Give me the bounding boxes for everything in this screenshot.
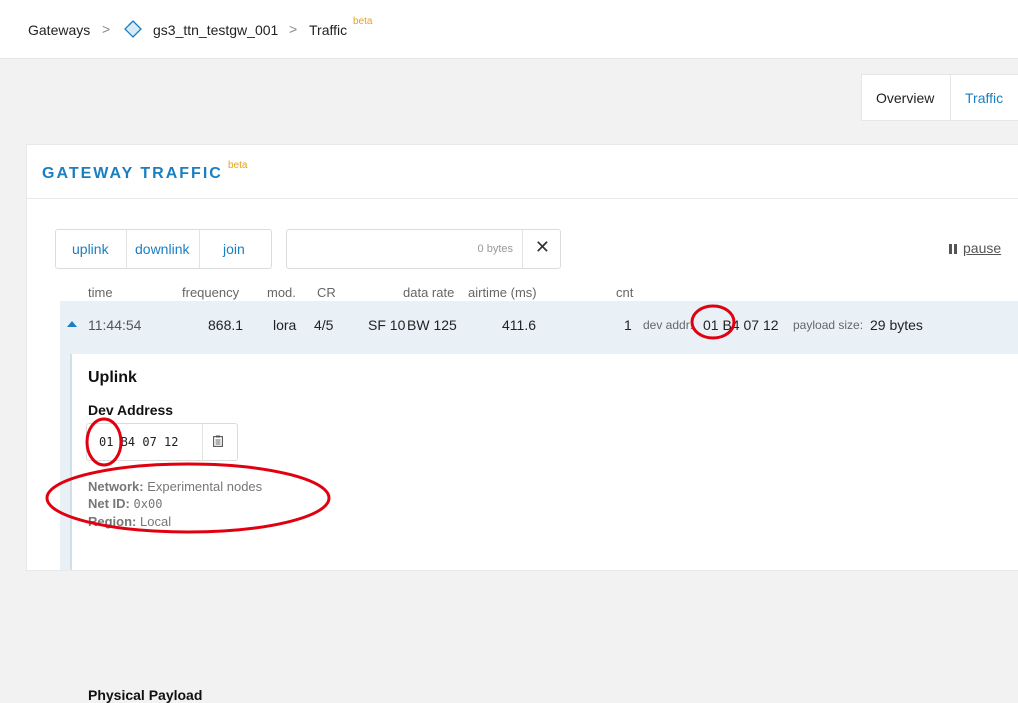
breadcrumb: Gateways > gs3_ttn_testgw_001 > Traffic …: [0, 0, 1018, 59]
column-header-mod: mod.: [267, 285, 296, 300]
column-header-cnt: cnt: [616, 285, 634, 300]
row-dev-addr: 01 B4 07 12: [703, 317, 779, 333]
network-info: Network: Experimental nodes: [88, 479, 262, 494]
region-info: Region: Local: [88, 514, 171, 529]
row-payload-size: 29 bytes: [870, 317, 923, 333]
row-payload-label: payload size:: [793, 318, 864, 332]
tab-traffic[interactable]: Traffic: [965, 90, 1003, 106]
breadcrumb-gateways[interactable]: Gateways: [28, 22, 90, 38]
column-header-cr: CR: [317, 285, 336, 300]
pause-icon: [949, 244, 957, 254]
region-value: Local: [140, 514, 172, 529]
network-label: Network:: [88, 479, 144, 494]
column-header-data-rate: data rate: [403, 285, 455, 300]
beta-badge: beta: [353, 16, 373, 27]
dev-address-field[interactable]: 01 B4 07 12: [86, 423, 238, 461]
filter-downlink-button[interactable]: downlink: [135, 241, 189, 257]
filter-join-button[interactable]: join: [223, 241, 245, 257]
row-bw: BW 125: [407, 317, 457, 333]
divider: [199, 230, 200, 268]
divider: [202, 424, 203, 460]
net-id-info: Net ID: 0x00: [88, 496, 162, 511]
row-mod: lora: [273, 317, 297, 333]
gateway-icon: [124, 20, 142, 38]
net-id-label: Net ID:: [88, 496, 130, 511]
bytes-counter: 0 bytes: [477, 243, 513, 255]
divider: [27, 198, 1018, 199]
breadcrumb-separator: >: [289, 21, 298, 37]
caret-up-icon[interactable]: [67, 321, 77, 327]
close-icon[interactable]: ✕: [535, 237, 550, 258]
breadcrumb-traffic: Traffic: [309, 22, 348, 38]
row-cr: 4/5: [314, 317, 334, 333]
traffic-filter-group: uplink downlink join: [55, 229, 272, 269]
dev-address-value: 01 B4 07 12: [99, 435, 179, 449]
beta-badge: beta: [228, 160, 248, 171]
divider: [126, 230, 127, 268]
row-dev-addr-label: dev addr:: [643, 318, 693, 332]
physical-payload-heading: Physical Payload: [88, 687, 203, 703]
divider: [522, 230, 523, 268]
column-header-frequency: frequency: [182, 285, 240, 300]
pause-button[interactable]: pause: [949, 240, 1001, 256]
page-tabs: Overview Traffic: [861, 74, 1018, 121]
pause-label: pause: [963, 240, 1002, 256]
filter-uplink-button[interactable]: uplink: [72, 241, 109, 257]
breadcrumb-separator: >: [102, 21, 111, 37]
detail-heading: Uplink: [88, 369, 137, 386]
tab-overview[interactable]: Overview: [876, 90, 934, 106]
row-time: 11:44:54: [88, 317, 142, 333]
row-frequency: 868.1: [208, 317, 244, 333]
net-id-value: 0x00: [133, 497, 163, 511]
row-cnt: 1: [624, 317, 632, 333]
gateway-traffic-card: GATEWAY TRAFFIC beta uplink downlink joi…: [26, 144, 1018, 703]
uplink-detail-panel: Uplink Dev Address 01 B4 07 12 Network: …: [70, 354, 1018, 703]
column-header-airtime: airtime (ms): [468, 285, 537, 300]
breadcrumb-gateway-id[interactable]: gs3_ttn_testgw_001: [153, 22, 278, 38]
copy-icon[interactable]: [213, 435, 223, 447]
row-airtime: 411.6: [502, 317, 536, 333]
search-input[interactable]: 0 bytes ✕: [286, 229, 561, 269]
card-title: GATEWAY TRAFFIC: [42, 165, 223, 182]
tab-divider: [950, 75, 951, 120]
network-value: Experimental nodes: [147, 479, 263, 494]
column-header-time: time: [88, 285, 113, 300]
region-label: Region:: [88, 514, 137, 529]
dev-address-heading: Dev Address: [88, 402, 174, 418]
row-sf: SF 10: [368, 317, 406, 333]
